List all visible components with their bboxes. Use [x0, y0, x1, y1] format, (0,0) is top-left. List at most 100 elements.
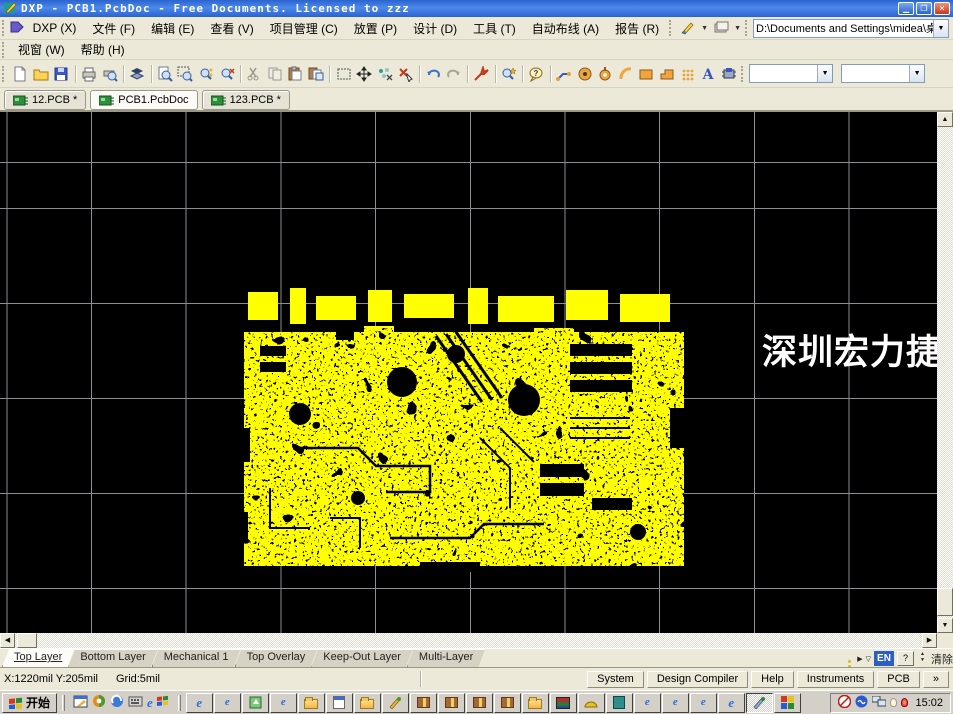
- task-button-package[interactable]: [410, 693, 437, 713]
- doc-tab-123pcb[interactable]: 123.PCB *: [202, 90, 290, 110]
- move-selection-button[interactable]: [354, 63, 375, 85]
- toolbar-grip[interactable]: [669, 20, 673, 36]
- panel-button-more[interactable]: »: [923, 671, 949, 688]
- filter-icon[interactable]: ▽: [866, 655, 871, 663]
- doc-tab-12pcb[interactable]: 12.PCB *: [4, 90, 86, 110]
- scroll-right-button[interactable]: ▶: [922, 633, 937, 648]
- doc-tab-pcb1[interactable]: PCB1.PcbDoc: [90, 90, 197, 110]
- panel-button-design-compiler[interactable]: Design Compiler: [647, 671, 748, 688]
- clear-label[interactable]: 清除: [931, 651, 953, 667]
- task-button-tools[interactable]: [578, 693, 605, 713]
- task-button-notebook[interactable]: [606, 693, 633, 713]
- zoom-selection-button[interactable]: [216, 63, 237, 85]
- layer-tab-keepout[interactable]: Keep-Out Layer: [311, 649, 413, 667]
- place-polygon-button[interactable]: [657, 63, 678, 85]
- place-fill-button[interactable]: [636, 63, 657, 85]
- minimize-button[interactable]: ▁: [898, 2, 914, 15]
- address-dropdown-icon[interactable]: ▼: [933, 20, 948, 37]
- pcb-editor-canvas[interactable]: 深圳宏力捷: [0, 112, 937, 633]
- task-button-recycle[interactable]: [242, 693, 269, 713]
- task-button-ie-doc[interactable]: e: [214, 693, 241, 713]
- net-combo-dropdown-icon[interactable]: ▼: [817, 65, 832, 82]
- paste-array-special-button[interactable]: [677, 63, 698, 85]
- task-button-ie-doc[interactable]: e: [690, 693, 717, 713]
- language-indicator[interactable]: EN: [874, 651, 894, 666]
- wand-button[interactable]: [471, 63, 492, 85]
- close-button[interactable]: ✕: [934, 2, 950, 15]
- select-area-button[interactable]: [333, 63, 354, 85]
- internet-explorer-icon[interactable]: e: [147, 696, 153, 709]
- scroll-up-button[interactable]: ▲: [937, 112, 953, 127]
- scroll-down-button[interactable]: ▼: [937, 618, 953, 633]
- address-value[interactable]: D:\Documents and Settings\midea\桌面: [754, 20, 933, 36]
- clear-selection-button[interactable]: [395, 63, 416, 85]
- show-desktop-icon[interactable]: [73, 695, 88, 711]
- panel-button-pcb[interactable]: PCB: [877, 671, 920, 688]
- alarm-bulb-tray-icon[interactable]: [901, 698, 908, 707]
- vertical-scrollbar[interactable]: ▲ ▼: [937, 112, 953, 633]
- task-button-books[interactable]: [550, 693, 577, 713]
- ime-help-button[interactable]: ?: [897, 651, 914, 666]
- task-button-paint[interactable]: [382, 693, 409, 713]
- media-player-icon[interactable]: [92, 694, 106, 711]
- menu-view[interactable]: 查看 (V): [202, 18, 261, 39]
- task-button-ie-doc[interactable]: e: [662, 693, 689, 713]
- menu-edit[interactable]: 编辑 (E): [143, 18, 202, 39]
- report-dropdown-icon[interactable]: ▼: [732, 25, 743, 32]
- layer-tab-top[interactable]: Top Layer: [2, 649, 74, 667]
- layer-tab-bottom[interactable]: Bottom Layer: [68, 649, 157, 667]
- help-balloon-button[interactable]: ?: [526, 63, 547, 85]
- layer-tab-mechanical1[interactable]: Mechanical 1: [152, 649, 241, 667]
- zoom-point-button[interactable]: [196, 63, 217, 85]
- paste-array-button[interactable]: [306, 63, 327, 85]
- place-arc-button[interactable]: [616, 63, 637, 85]
- task-button-dxp[interactable]: [774, 693, 801, 713]
- task-button-package[interactable]: [466, 693, 493, 713]
- task-button-package[interactable]: [438, 693, 465, 713]
- network-tray-icon[interactable]: [872, 696, 886, 710]
- layer-tab-top-overlay[interactable]: Top Overlay: [235, 649, 318, 667]
- vertical-scroll-thumb[interactable]: [937, 588, 953, 616]
- place-component-button[interactable]: [719, 63, 740, 85]
- print-button[interactable]: [79, 63, 100, 85]
- zoom-document-button[interactable]: [154, 63, 175, 85]
- horizontal-scrollbar[interactable]: ◀ ▶: [0, 633, 937, 648]
- panel-button-help[interactable]: Help: [751, 671, 794, 688]
- new-document-button[interactable]: [10, 63, 31, 85]
- toolbar-grip[interactable]: [745, 20, 749, 36]
- place-via-button[interactable]: [595, 63, 616, 85]
- address-combo[interactable]: D:\Documents and Settings\midea\桌面 ▼: [753, 19, 949, 38]
- board-layers-button[interactable]: [127, 63, 148, 85]
- scroll-left-button[interactable]: ◀: [0, 633, 15, 648]
- redo-button[interactable]: [443, 63, 464, 85]
- cut-button[interactable]: [244, 63, 265, 85]
- menu-place[interactable]: 放置 (P): [346, 18, 405, 39]
- layer-combo-dropdown-icon[interactable]: ▼: [909, 65, 924, 82]
- windows-update-icon[interactable]: [157, 695, 170, 711]
- menu-help[interactable]: 帮助 (H): [73, 39, 133, 60]
- taskbar-clock[interactable]: 15:02: [915, 697, 943, 709]
- undo-button[interactable]: [423, 63, 444, 85]
- measure-dropdown-icon[interactable]: ▼: [699, 25, 710, 32]
- volume-wave-tray-icon[interactable]: [855, 695, 868, 711]
- task-button-folder[interactable]: [298, 693, 325, 713]
- print-preview-button[interactable]: [99, 63, 120, 85]
- messenger-icon[interactable]: [110, 694, 124, 711]
- toolbar-grip[interactable]: [2, 66, 6, 82]
- taskbar-grip[interactable]: [62, 695, 65, 711]
- task-button-ie[interactable]: e: [186, 693, 213, 713]
- play-icon[interactable]: ▶: [857, 655, 862, 663]
- toolbar-grip[interactable]: [741, 66, 745, 82]
- task-button-ie-doc[interactable]: e: [634, 693, 661, 713]
- task-button-folder-open[interactable]: [354, 693, 381, 713]
- paste-button[interactable]: [285, 63, 306, 85]
- toolbar-grip[interactable]: [2, 20, 5, 36]
- ime-options-button[interactable]: ▲▼: [917, 651, 928, 666]
- menu-file[interactable]: 文件 (F): [84, 18, 143, 39]
- find-similar-button[interactable]: [499, 63, 520, 85]
- menu-dxp[interactable]: DXP (X): [25, 19, 85, 37]
- measure-tool-button[interactable]: [677, 17, 699, 39]
- save-document-button[interactable]: [51, 63, 72, 85]
- copy-button[interactable]: [265, 63, 286, 85]
- task-button-ie-doc[interactable]: e: [270, 693, 297, 713]
